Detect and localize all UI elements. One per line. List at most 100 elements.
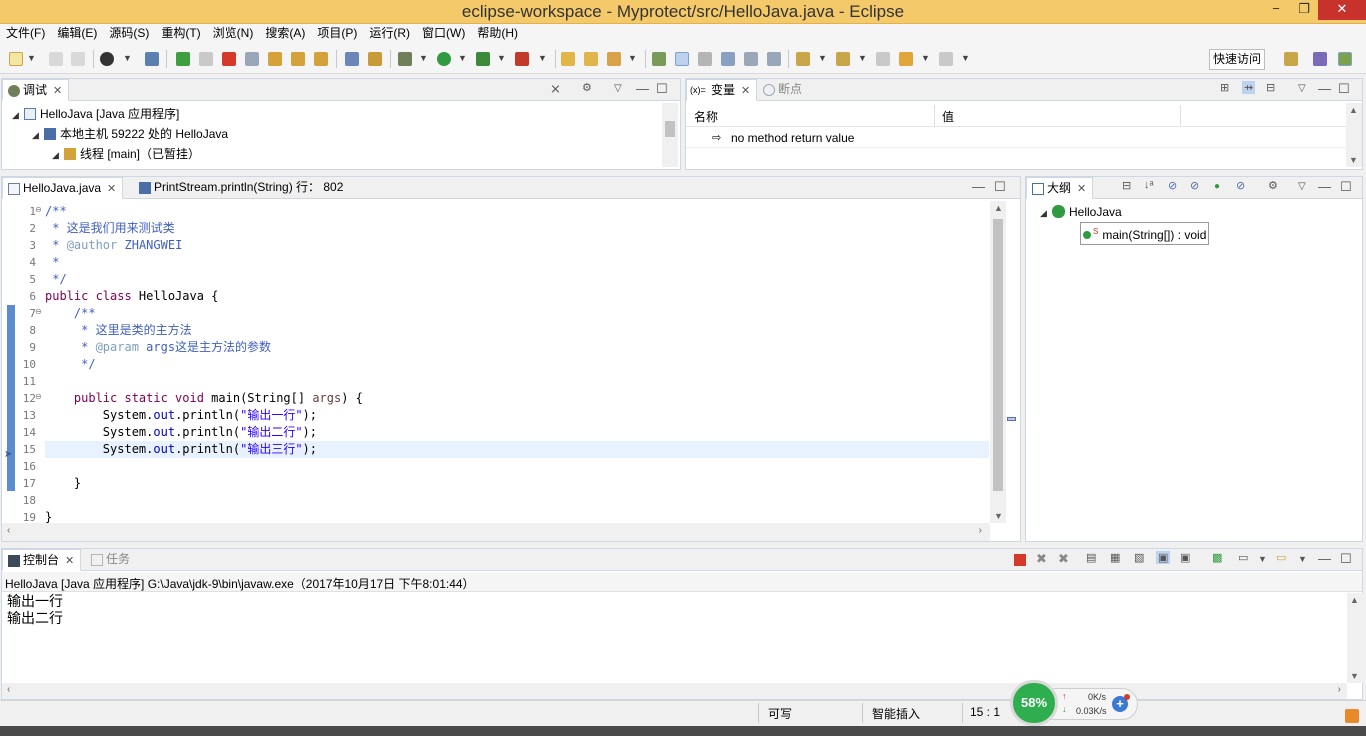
- code-line[interactable]: /**: [45, 203, 67, 220]
- suspend-icon[interactable]: [199, 52, 213, 66]
- hide-static-icon[interactable]: ⊘: [1190, 179, 1199, 192]
- scroll-right-icon[interactable]: ›: [1338, 684, 1341, 695]
- back-dropdown-icon[interactable]: ▼: [921, 53, 930, 63]
- debug-dropdown-icon[interactable]: ▼: [419, 53, 428, 63]
- code-line[interactable]: * 这是我们用来测试类: [45, 220, 174, 237]
- tab-breakpoints[interactable]: 断点: [758, 79, 808, 101]
- fold-toggle-icon[interactable]: ⊖: [35, 307, 42, 316]
- display-console-icon[interactable]: ▭: [1238, 551, 1248, 564]
- table-row[interactable]: ⇨ no method return value: [686, 128, 1346, 148]
- expanded-arrow-icon[interactable]: ◢: [1040, 203, 1052, 223]
- search-icon[interactable]: [607, 52, 621, 66]
- outline-item-class[interactable]: ◢ HelloJava: [1040, 202, 1209, 222]
- debug-perspective-icon[interactable]: [1338, 52, 1352, 66]
- minimize-view-icon[interactable]: —: [1318, 81, 1331, 96]
- hide-fields-icon[interactable]: ⊘: [1168, 179, 1177, 192]
- maximize-view-icon[interactable]: ☐: [1340, 179, 1352, 195]
- tab-tasks[interactable]: 任务: [86, 549, 136, 571]
- terminate-icon[interactable]: [1014, 554, 1026, 566]
- coverage-dropdown-icon[interactable]: ▼: [497, 53, 506, 63]
- external-tools-dropdown-icon[interactable]: ▼: [538, 53, 547, 63]
- fold-toggle-icon[interactable]: ⊖: [35, 205, 42, 214]
- word-wrap-icon[interactable]: [721, 52, 735, 66]
- run-icon[interactable]: [437, 52, 451, 66]
- editor-hscrollbar[interactable]: ‹ ›: [2, 523, 990, 541]
- coverage-icon[interactable]: [476, 52, 490, 66]
- java-perspective-icon[interactable]: [1313, 52, 1327, 66]
- debug-scrollbar[interactable]: [662, 103, 678, 167]
- step-over-icon[interactable]: [291, 52, 305, 66]
- remove-terminated-icon[interactable]: ⨯: [550, 81, 561, 97]
- menu-edit[interactable]: 编辑(E): [51, 24, 103, 43]
- debug-view-menu-icon[interactable]: ⚙: [582, 81, 592, 94]
- show-type-names-icon[interactable]: ⊞: [1220, 81, 1229, 94]
- view-menu-icon[interactable]: ▽: [1298, 83, 1306, 94]
- debug-icon[interactable]: [398, 52, 412, 66]
- code-line[interactable]: */: [45, 271, 66, 288]
- maximize-view-icon[interactable]: ☐: [994, 179, 1006, 195]
- save-icon[interactable]: [49, 52, 63, 66]
- scroll-left-icon[interactable]: ‹: [7, 525, 10, 536]
- pin-console-icon[interactable]: ▩: [1212, 551, 1222, 564]
- quick-access-input[interactable]: 快速访问: [1209, 49, 1265, 70]
- code-line[interactable]: public static void main(String[] args) {: [45, 390, 363, 407]
- tree-item-thread[interactable]: ◢ 线程 [main]（已暂挂）: [12, 144, 228, 164]
- minimize-button[interactable]: −: [1262, 0, 1290, 20]
- scroll-right-icon[interactable]: ›: [979, 525, 982, 536]
- toggle-block-selection-icon[interactable]: [698, 52, 712, 66]
- remove-launch-icon[interactable]: ✖: [1036, 551, 1047, 567]
- code-line[interactable]: System.out.println("输出三行");: [45, 441, 317, 458]
- collapse-all-icon[interactable]: ⊟: [1122, 179, 1131, 192]
- scroll-left-icon[interactable]: ‹: [7, 684, 10, 695]
- search-dropdown-icon[interactable]: ▼: [628, 53, 637, 63]
- new-dropdown-icon[interactable]: ▼: [27, 53, 36, 63]
- code-line[interactable]: * @param args这是主方法的参数: [45, 339, 271, 356]
- next-annotation-dropdown-icon[interactable]: ▼: [818, 53, 827, 63]
- maximize-view-icon[interactable]: ☐: [656, 81, 668, 97]
- console-vscrollbar[interactable]: ▲ ▼: [1347, 593, 1363, 683]
- console-hscrollbar[interactable]: ‹ ›: [2, 683, 1347, 699]
- code-line[interactable]: * 这里是类的主方法: [45, 322, 191, 339]
- open-type-icon[interactable]: [561, 52, 575, 66]
- show-on-stderr-icon[interactable]: ▣: [1180, 551, 1190, 564]
- menu-refactor[interactable]: 重构(T): [155, 24, 206, 43]
- scroll-thumb[interactable]: [993, 219, 1003, 491]
- focus-icon[interactable]: ⚙: [1268, 179, 1278, 192]
- menu-run[interactable]: 运行(R): [363, 24, 416, 43]
- scroll-up-icon[interactable]: ▲: [1350, 595, 1359, 605]
- toggle-breadcrumb-icon[interactable]: [652, 52, 666, 66]
- column-value[interactable]: 值: [942, 108, 954, 125]
- variables-scrollbar[interactable]: ▲ ▼: [1346, 103, 1362, 167]
- editor-vscrollbar[interactable]: ▲ ▼: [990, 201, 1006, 523]
- open-perspective-icon[interactable]: [1284, 52, 1298, 66]
- expanded-arrow-icon[interactable]: ◢: [52, 145, 64, 165]
- console-output[interactable]: 输出一行 输出二行: [7, 593, 63, 627]
- tab-hellojava[interactable]: HelloJava.java ✕: [2, 177, 124, 199]
- code-line[interactable]: System.out.println("输出一行");: [45, 407, 317, 424]
- open-console-dropdown-icon[interactable]: ▼: [1298, 554, 1307, 564]
- open-task-icon[interactable]: [584, 52, 598, 66]
- menu-search[interactable]: 搜索(A): [259, 24, 311, 43]
- external-tools-icon[interactable]: [515, 52, 529, 66]
- menu-navigate[interactable]: 浏览(N): [207, 24, 260, 43]
- scroll-up-icon[interactable]: ▲: [1349, 105, 1358, 115]
- code-line[interactable]: * @author ZHANGWEI: [45, 237, 182, 254]
- outline-item-method[interactable]: Smain(String[]) : void: [1040, 222, 1210, 245]
- scroll-down-icon[interactable]: ▼: [1349, 155, 1358, 165]
- view-menu-icon[interactable]: ▽: [1298, 181, 1306, 192]
- code-line[interactable]: }: [45, 475, 81, 492]
- tab-printstream[interactable]: PrintStream.println(String) 行： 802: [134, 177, 349, 199]
- open-console-icon[interactable]: ▭: [1276, 551, 1286, 564]
- maximize-button[interactable]: ❐: [1290, 0, 1318, 20]
- close-button[interactable]: ✕: [1318, 0, 1366, 20]
- minimize-view-icon[interactable]: —: [972, 179, 985, 194]
- tab-console[interactable]: 控制台 ✕: [2, 549, 82, 571]
- line-number-gutter[interactable]: ➤ 1 ⊖ 2 3 4 5 6 7 ⊖ 8 9 10 11 12 ⊖ 13 14 15 16 17 18 19: [2, 201, 44, 524]
- show-whitespace-icon[interactable]: [744, 52, 758, 66]
- scroll-up-icon[interactable]: ▲: [994, 203, 1003, 213]
- back-icon[interactable]: [899, 52, 913, 66]
- show-on-stdout-icon[interactable]: ▣: [1156, 551, 1171, 564]
- terminate-icon[interactable]: [222, 52, 236, 66]
- previous-annotation-icon[interactable]: [836, 52, 850, 66]
- tab-debug[interactable]: 调试 ✕: [2, 79, 70, 101]
